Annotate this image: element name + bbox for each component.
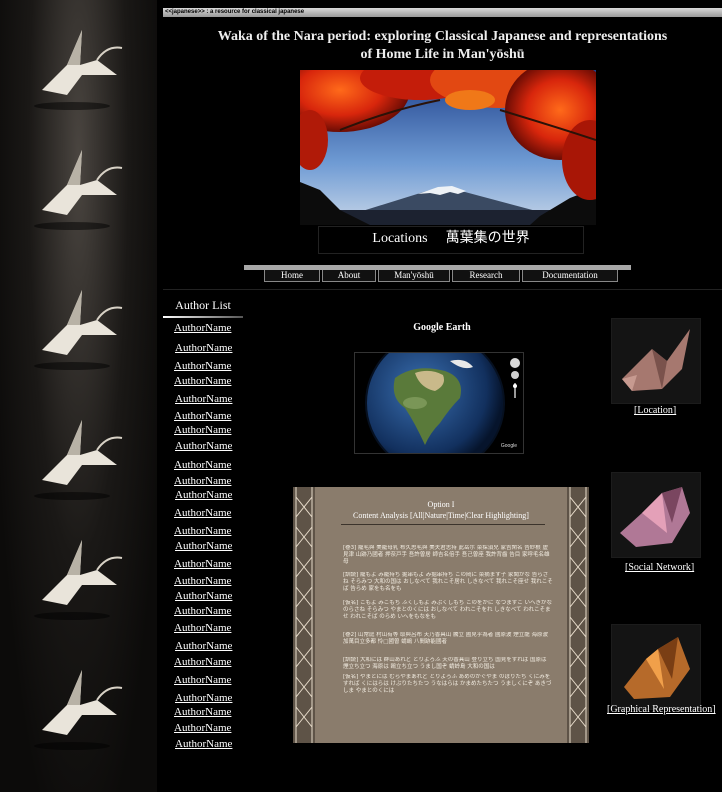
crane-icon — [34, 150, 123, 230]
crane-icon — [34, 420, 123, 500]
graphical-representation-thumbnail[interactable] — [611, 624, 701, 710]
page-title: Waka of the Nara period: exploring Class… — [163, 28, 722, 64]
graphical-representation-link[interactable]: [Graphical Representation] — [607, 704, 716, 715]
author-link[interactable]: AuthorName — [174, 507, 231, 519]
author-link[interactable]: AuthorName — [174, 558, 231, 570]
poem-line: [仮名] やまとには むらやまあれど とりよろふ あめのかぐやま のぼりたち く… — [343, 674, 552, 694]
nav-about[interactable]: About — [322, 270, 376, 282]
author-link[interactable]: AuthorName — [174, 459, 231, 471]
site-tag: <<japanese>> : a resource for classical … — [165, 9, 305, 15]
poem-line: [仮名] こもよ みこもち ふくしもよ みぶくしもち このをかに なつますこ い… — [343, 600, 553, 620]
poem-line: [訓読] 大和には 群山あれど とりよろふ 天の香具山 登り立ち 国見をすれば … — [343, 657, 547, 670]
pan-nav-icon[interactable] — [511, 371, 519, 379]
left-rail — [293, 487, 315, 743]
option-rule — [341, 524, 545, 525]
author-link[interactable]: AuthorName — [174, 706, 231, 718]
author-link[interactable]: AuthorName — [175, 342, 232, 354]
hero-caption: Locations 萬葉集の世界 — [318, 226, 584, 254]
author-link[interactable]: AuthorName — [174, 525, 231, 537]
content-analysis-row: Content Analysis [All|Nature|Time|Clear … — [353, 511, 529, 520]
author-link[interactable]: AuthorName — [174, 360, 231, 372]
right-rail — [567, 487, 589, 743]
page-title-line-2: of Home Life in Man'yōshū — [360, 47, 525, 62]
page-title-line-1: Waka of the Nara period: exploring Class… — [217, 29, 668, 44]
site-tag-bar: <<japanese>> : a resource for classical … — [163, 8, 722, 17]
location-thumbnail[interactable] — [611, 318, 701, 404]
caption-locations: Locations — [372, 231, 428, 246]
author-list-rule — [163, 316, 243, 318]
author-link[interactable]: AuthorName — [175, 440, 232, 452]
author-link[interactable]: AuthorName — [174, 722, 231, 734]
author-link[interactable]: AuthorName — [174, 674, 231, 686]
author-link[interactable]: AuthorName — [175, 540, 232, 552]
author-link[interactable]: AuthorName — [174, 375, 231, 387]
author-list-title: Author List — [175, 298, 231, 312]
nav-research[interactable]: Research — [452, 270, 520, 282]
google-earth-map[interactable]: Google — [354, 352, 524, 454]
crane-icon — [34, 30, 123, 110]
header-divider — [163, 289, 722, 290]
author-link[interactable]: AuthorName — [174, 605, 231, 617]
caption-manyoshu-world: 萬葉集の世界 — [445, 231, 530, 246]
poem-line: [巻2] 山常庭 村山有等 取與呂布 天乃香具山 騰立 國見乎為者 國原波 煙立… — [343, 632, 549, 645]
author-link[interactable]: AuthorName — [174, 656, 231, 668]
option-panel: Option I Content Analysis [All|Nature|Ti… — [293, 487, 589, 743]
author-link[interactable]: AuthorName — [174, 424, 231, 436]
filter-clear-highlighting[interactable]: Clear Highlighting — [466, 511, 526, 520]
zoom-nav-icon[interactable] — [510, 358, 520, 368]
crane-icon — [34, 540, 123, 620]
left-decorative-strip — [0, 0, 157, 792]
author-link[interactable]: AuthorName — [174, 410, 231, 422]
content-analysis-label: Content Analysis — [353, 511, 408, 520]
author-link[interactable]: AuthorName — [175, 590, 232, 602]
google-earth-title: Google Earth — [413, 322, 471, 333]
author-link[interactable]: AuthorName — [174, 575, 231, 587]
poem-line: [訓読] 籠もよ み籠持ち 掘串もよ み掘串持ち この岡に 菜摘ます子 家聞かな… — [343, 572, 553, 592]
location-link[interactable]: [Location] — [634, 405, 676, 416]
hero-image-mount-fuji — [300, 70, 596, 225]
social-network-thumbnail[interactable] — [611, 472, 701, 558]
author-link[interactable]: AuthorName — [175, 692, 232, 704]
main-nav: Home About Man'yōshū Research Documentat… — [264, 270, 620, 282]
poem-line: [巻3] 籠毛與 美籠母乳 布久思毛與 美夫君志持 此岳尓 菜採須兒 家吉閑名 … — [343, 545, 550, 565]
crane-icon — [34, 670, 123, 750]
social-network-link[interactable]: [Social Network] — [625, 562, 694, 573]
filter-nature[interactable]: Nature — [424, 511, 446, 520]
google-logo: Google — [500, 443, 517, 449]
author-link[interactable]: AuthorName — [174, 322, 231, 334]
author-link[interactable]: AuthorName — [175, 640, 232, 652]
nav-home[interactable]: Home — [264, 270, 320, 282]
author-link[interactable]: AuthorName — [174, 475, 231, 487]
author-link[interactable]: AuthorName — [175, 489, 232, 501]
option-header: Option I Content Analysis [All|Nature|Ti… — [315, 499, 567, 521]
nav-manyoshu[interactable]: Man'yōshū — [378, 270, 450, 282]
crane-icon — [34, 290, 123, 370]
author-link[interactable]: AuthorName — [174, 622, 231, 634]
author-link[interactable]: AuthorName — [175, 393, 232, 405]
filter-all[interactable]: All — [413, 511, 423, 520]
author-link[interactable]: AuthorName — [175, 738, 232, 750]
filter-time[interactable]: Time — [448, 511, 465, 520]
nav-documentation[interactable]: Documentation — [522, 270, 618, 282]
option-title: Option I — [427, 500, 455, 509]
